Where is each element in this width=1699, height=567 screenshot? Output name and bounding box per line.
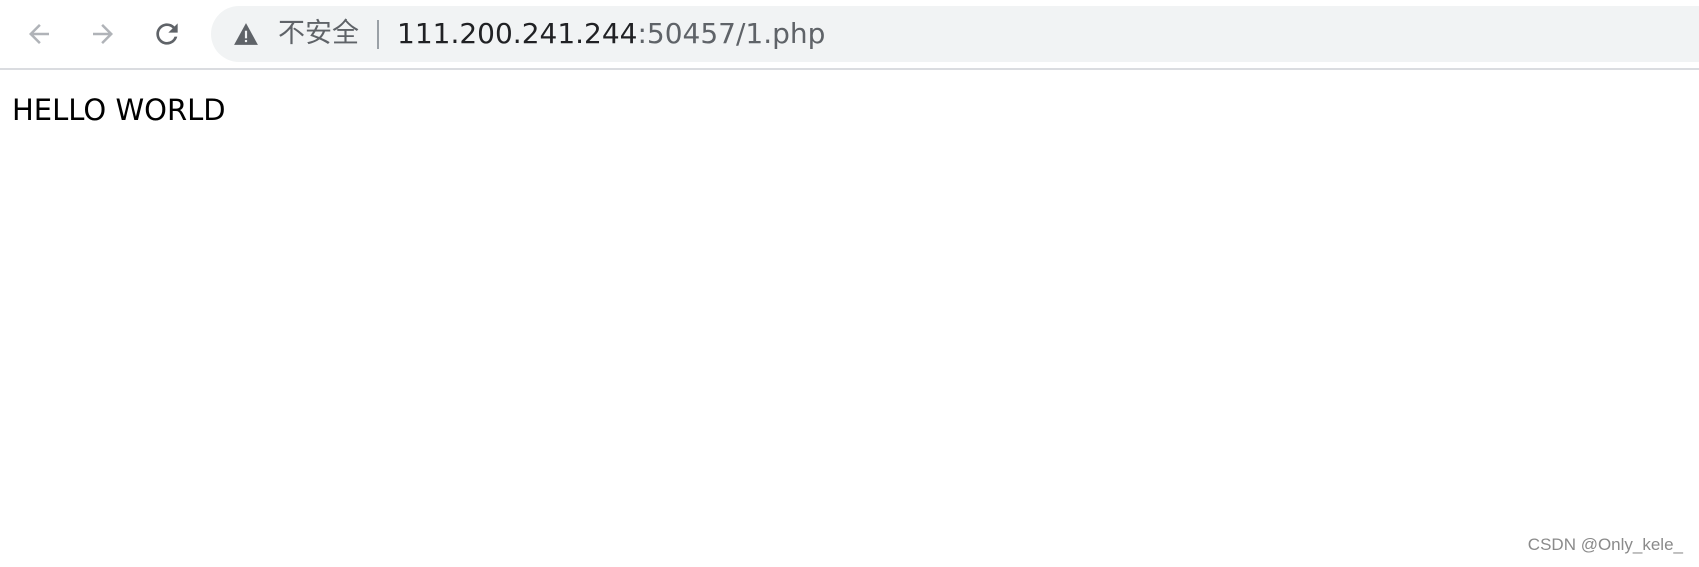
warning-icon[interactable]: [233, 22, 259, 46]
url-text[interactable]: 111.200.241.244:50457/1.php: [397, 18, 825, 50]
url-path: :50457/1.php: [637, 17, 826, 50]
page-content-text: HELLO WORLD: [12, 93, 226, 127]
watermark-text: CSDN @Only_kele_: [1527, 535, 1683, 554]
browser-toolbar: 不安全 111.200.241.244:50457/1.php: [0, 0, 1699, 70]
url-host: 111.200.241.244: [397, 17, 638, 50]
address-bar[interactable]: 不安全 111.200.241.244:50457/1.php: [211, 6, 1699, 62]
omnibox-container: 不安全 111.200.241.244:50457/1.php: [0, 0, 1699, 70]
security-status-label[interactable]: 不安全: [278, 18, 359, 50]
omnibox-divider: [377, 20, 379, 49]
